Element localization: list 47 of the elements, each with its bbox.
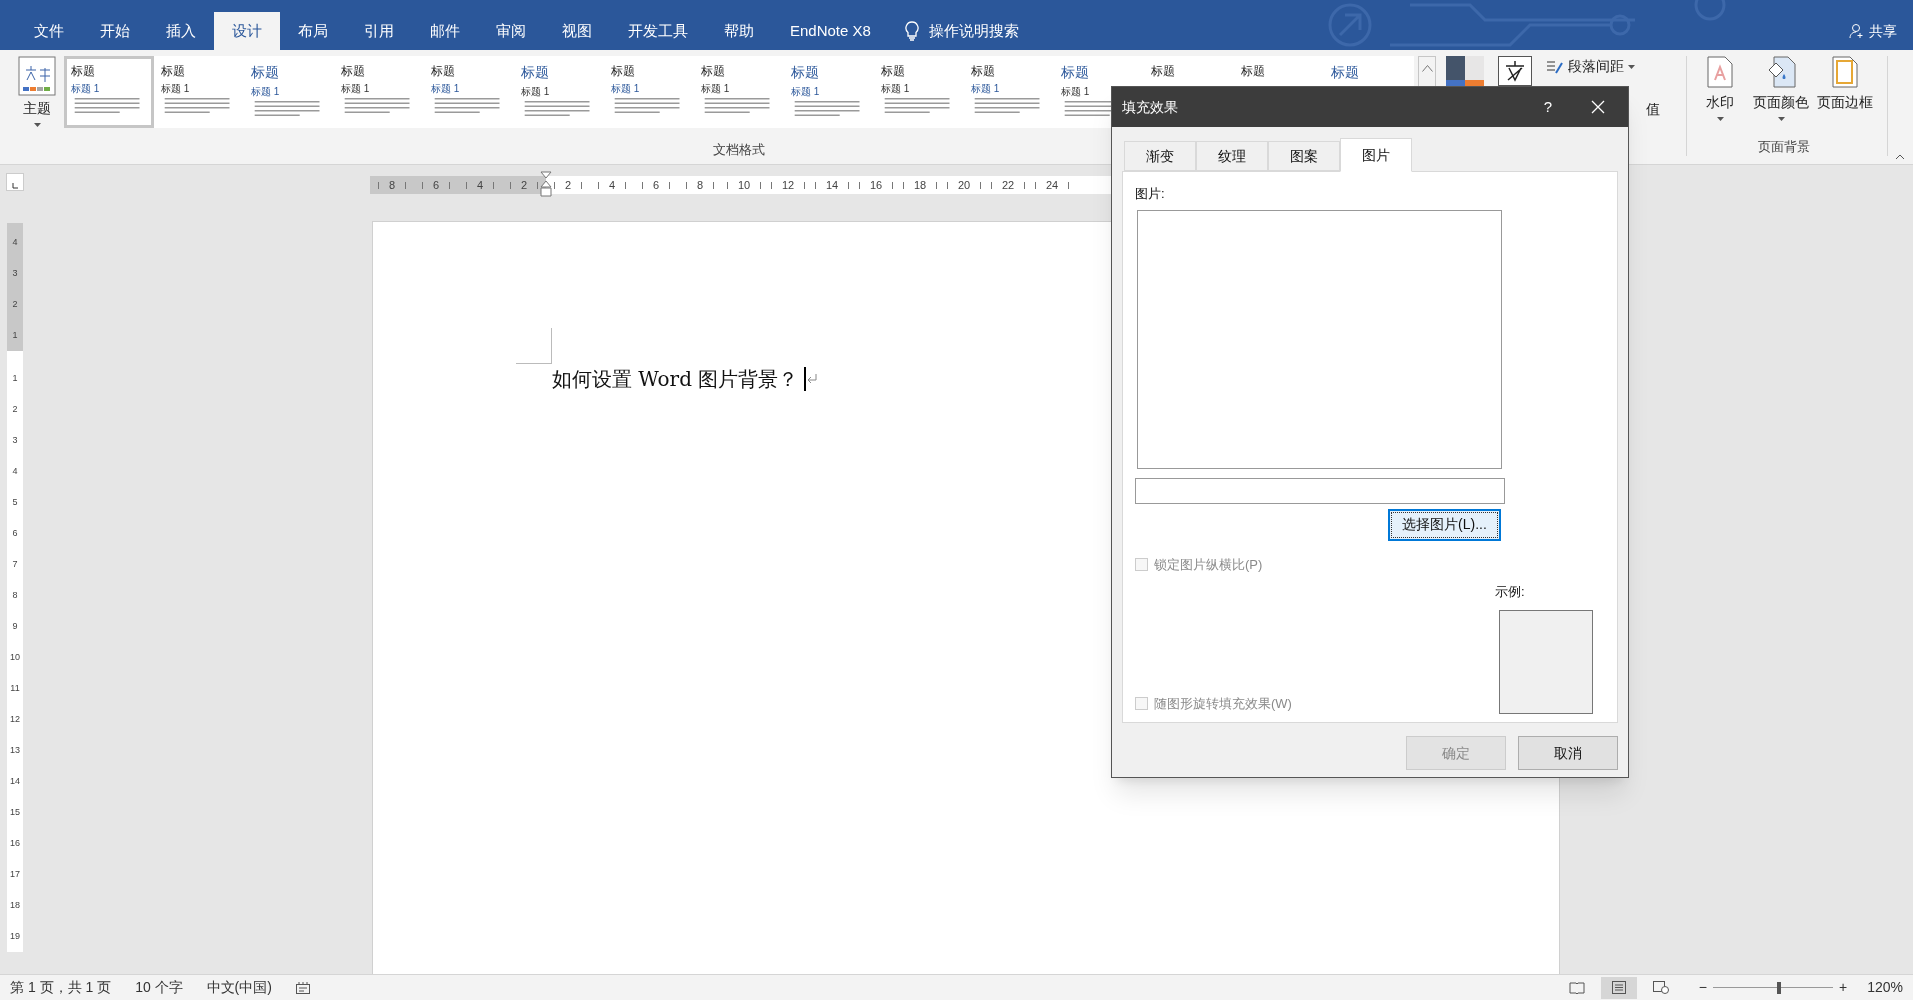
ruler-number: 6: [12, 526, 18, 540]
ruler-number: 12: [781, 177, 795, 193]
ruler-number: 2: [564, 177, 572, 193]
ruler-number: 3: [12, 266, 18, 280]
ruler-number: 14: [10, 774, 20, 788]
ruler-number: 20: [957, 177, 971, 193]
ruler-number: 9: [12, 619, 18, 633]
picture-label: 图片:: [1135, 185, 1166, 203]
ruler-number: 10: [737, 177, 751, 193]
dialog-title: 填充效果: [1122, 97, 1178, 117]
ruler-number: 12: [10, 712, 20, 726]
ruler-number: 11: [10, 681, 20, 695]
ruler-number: 6: [432, 177, 440, 193]
ruler-number: 7: [12, 557, 18, 571]
ruler-number: 14: [825, 177, 839, 193]
ruler-number: 1: [12, 328, 18, 342]
ruler-number: 4: [12, 464, 18, 478]
ruler-number: 18: [10, 898, 20, 912]
ruler-number: 4: [608, 177, 616, 193]
ruler-number: 5: [12, 495, 18, 509]
ruler-number: 2: [520, 177, 528, 193]
checkbox-label: 锁定图片纵横比(P): [1154, 555, 1263, 574]
ruler-number: 2: [12, 297, 18, 311]
group-label: 文档格式: [713, 141, 765, 159]
ruler-number: 16: [869, 177, 883, 193]
ruler-number: 8: [388, 177, 396, 193]
ruler-number: 19: [10, 929, 20, 943]
ruler-number: 18: [913, 177, 927, 193]
ruler-number: 3: [12, 433, 18, 447]
ruler-number: 13: [10, 743, 20, 757]
ruler-number: 4: [476, 177, 484, 193]
ruler-number: 15: [10, 805, 20, 819]
ruler-number: 10: [10, 650, 20, 664]
ruler-number: 4: [12, 235, 18, 249]
ruler-number: 17: [10, 867, 20, 881]
ruler-number: 2: [12, 402, 18, 416]
group-label: 页面背景: [1758, 137, 1810, 156]
document-text: 如何设置 Word 图片背景？: [552, 366, 799, 393]
ruler-number: 22: [1001, 177, 1015, 193]
checkbox-label: 随图形旋转填充效果(W): [1154, 695, 1292, 713]
sample-label: 示例:: [1495, 583, 1526, 601]
ruler-number: 1: [12, 371, 18, 385]
ruler-number: 8: [696, 177, 704, 193]
ruler-number: 8: [12, 588, 18, 602]
ruler-number: 6: [652, 177, 660, 193]
ruler-number: 16: [10, 836, 20, 850]
ruler-number: 24: [1045, 177, 1059, 193]
